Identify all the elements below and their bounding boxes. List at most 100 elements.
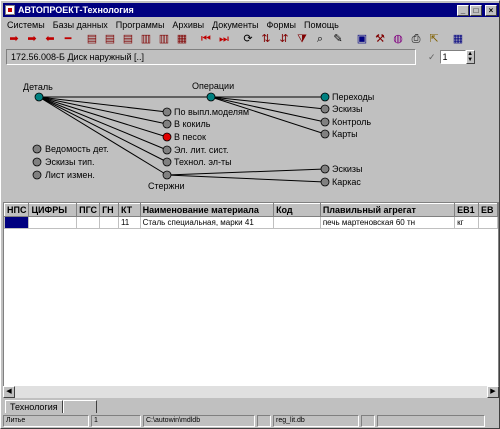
cell-furnace[interactable]: печь мартеновская 60 тн (319, 216, 456, 229)
col-gn[interactable]: ГН (99, 203, 119, 217)
status-record: 1 (91, 415, 141, 427)
node-frame[interactable]: Каркас (332, 177, 361, 187)
status-mode: Литье (3, 415, 89, 427)
new-doc-icon[interactable]: ▤ (85, 33, 99, 46)
node-cards[interactable]: Карты (332, 129, 358, 139)
col-material-name[interactable]: Наименование материала (139, 203, 275, 217)
menu-archives[interactable]: Архивы (168, 20, 208, 30)
cell-digits[interactable] (28, 216, 78, 229)
node-detail[interactable]: Деталь (23, 82, 53, 92)
minimize-button[interactable]: _ (457, 4, 469, 16)
cell-kt[interactable]: 11 (117, 216, 141, 229)
page-spinner[interactable]: ▲ ▼ (465, 50, 475, 64)
table-row[interactable]: 11 Сталь специальная, марки 41 печь март… (3, 216, 499, 229)
node-rods[interactable]: Стержни (148, 181, 185, 191)
menu-systems[interactable]: Системы (3, 20, 49, 30)
node-operations[interactable]: Операции (192, 81, 234, 91)
node-sand[interactable]: В песок (174, 132, 206, 142)
app-icon (5, 5, 15, 15)
cell-pgs[interactable] (76, 216, 101, 229)
save-icon[interactable]: ▣ (355, 33, 369, 46)
materials-table: НПС ЦИФРЫ ПГС ГН КТ Наименование материа… (3, 202, 499, 398)
minus-icon[interactable]: ━ (61, 33, 75, 46)
status-db-file: reg_lit.db (273, 415, 359, 427)
menu-bar: Системы Базы данных Программы Архивы Док… (3, 18, 499, 31)
node-gating-system[interactable]: Эл. лит. сист. (174, 145, 228, 155)
sort-icon[interactable]: ⇵ (277, 33, 291, 46)
sort-icon[interactable]: ⇅ (259, 33, 273, 46)
horizontal-scrollbar[interactable]: ◀ ▶ (3, 386, 499, 398)
node-type-sketches[interactable]: Эскизы тип. (45, 157, 95, 167)
exit-icon[interactable]: ⇱ (427, 33, 441, 46)
cell-gn[interactable] (99, 216, 119, 229)
status-empty-1 (257, 415, 271, 427)
cell-ev1[interactable]: кг (454, 216, 479, 229)
copy-doc-icon[interactable]: ▤ (103, 33, 117, 46)
arrow-right-icon[interactable]: ➡ (25, 33, 39, 46)
table-header: НПС ЦИФРЫ ПГС ГН КТ Наименование материа… (3, 203, 499, 217)
col-nps[interactable]: НПС (3, 203, 30, 217)
scroll-right-icon[interactable]: ▶ (487, 386, 499, 398)
page-control: ✓ 1 ▲ ▼ (428, 49, 475, 65)
tab-empty[interactable] (63, 400, 97, 413)
node-parts-list[interactable]: Ведомость дет. (45, 144, 109, 154)
status-empty-2 (361, 415, 375, 427)
scroll-track[interactable] (15, 386, 487, 398)
node-investment-casting[interactable]: По выпл.моделям (174, 107, 249, 117)
menu-forms[interactable]: Формы (263, 20, 301, 30)
col-code[interactable]: Код (273, 203, 321, 217)
col-pgs[interactable]: ПГС (76, 203, 101, 217)
cell-code[interactable] (273, 216, 321, 229)
cell-ev[interactable] (477, 216, 499, 229)
print-icon[interactable]: ⎙ (409, 33, 423, 46)
menu-help[interactable]: Помощь (300, 20, 343, 30)
refresh-icon[interactable]: ⟳ (241, 33, 255, 46)
col-kt[interactable]: КТ (117, 203, 141, 217)
find-icon[interactable]: ⌕ (313, 33, 327, 46)
node-change-sheet[interactable]: Лист измен. (45, 170, 95, 180)
tab-technology[interactable]: Технология (5, 400, 63, 413)
node-control[interactable]: Контроль (332, 117, 371, 127)
calculator-icon[interactable]: ▦ (451, 33, 465, 46)
title-bar: АВТОПРОЕКТ-Технология _ □ × (3, 3, 499, 17)
node-chill-mold[interactable]: В кокиль (174, 119, 210, 129)
document-path-bar: 172.56.008-Б Диск наружный [..] ✓ 1 ▲ ▼ (3, 49, 499, 66)
document-path[interactable]: 172.56.008-Б Диск наружный [..] (6, 49, 416, 65)
status-bar: Литье 1 C:\autowin\mdldb reg_lit.db (3, 415, 499, 428)
structure-tree: Деталь Операции Переходы Эскизы Контроль… (3, 68, 499, 201)
insert-icon[interactable]: ▥ (157, 33, 171, 46)
col-furnace[interactable]: Плавильный агрегат (319, 203, 456, 217)
app-window: АВТОПРОЕКТ-Технология _ □ × Системы Базы… (0, 0, 500, 429)
menu-databases[interactable]: Базы данных (49, 20, 112, 30)
col-ev[interactable]: ЕВ (477, 203, 499, 217)
check-icon[interactable]: ✓ (428, 52, 436, 63)
delete-icon[interactable]: ▦ (175, 33, 189, 46)
col-ev1[interactable]: ЕВ1 (454, 203, 479, 217)
col-digits[interactable]: ЦИФРЫ (28, 203, 78, 217)
last-record-icon[interactable]: ⏭ (217, 33, 231, 46)
node-rod-sketches[interactable]: Эскизы (332, 164, 363, 174)
menu-programs[interactable]: Программы (112, 20, 169, 30)
cell-nps[interactable] (3, 216, 30, 229)
node-transitions[interactable]: Переходы (332, 92, 374, 102)
copy-doc-icon[interactable]: ▤ (121, 33, 135, 46)
menu-documents[interactable]: Документы (208, 20, 262, 30)
arrow-left-icon[interactable]: ⬅ (43, 33, 57, 46)
insert-icon[interactable]: ▥ (139, 33, 153, 46)
scroll-left-icon[interactable]: ◀ (3, 386, 15, 398)
cell-material-name[interactable]: Сталь специальная, марки 41 (139, 216, 275, 229)
globe-icon[interactable]: ◍ (391, 33, 405, 46)
status-db-path: C:\autowin\mdldb (143, 415, 255, 427)
close-button[interactable]: × (485, 4, 497, 16)
maximize-button[interactable]: □ (470, 4, 482, 16)
first-record-icon[interactable]: ⏮ (199, 33, 213, 46)
node-tech-elements[interactable]: Технол. эл-ты (174, 157, 232, 167)
arrow-right-icon[interactable]: ➡ (7, 33, 21, 46)
node-sketches[interactable]: Эскизы (332, 104, 363, 114)
tree-connectors (32, 92, 330, 187)
tab-strip: Технология (3, 400, 499, 413)
filter-icon[interactable]: ⧩ (295, 33, 309, 46)
edit-icon[interactable]: ✎ (331, 33, 345, 46)
tools-icon[interactable]: ⚒ (373, 33, 387, 46)
page-number[interactable]: 1 (439, 50, 466, 64)
